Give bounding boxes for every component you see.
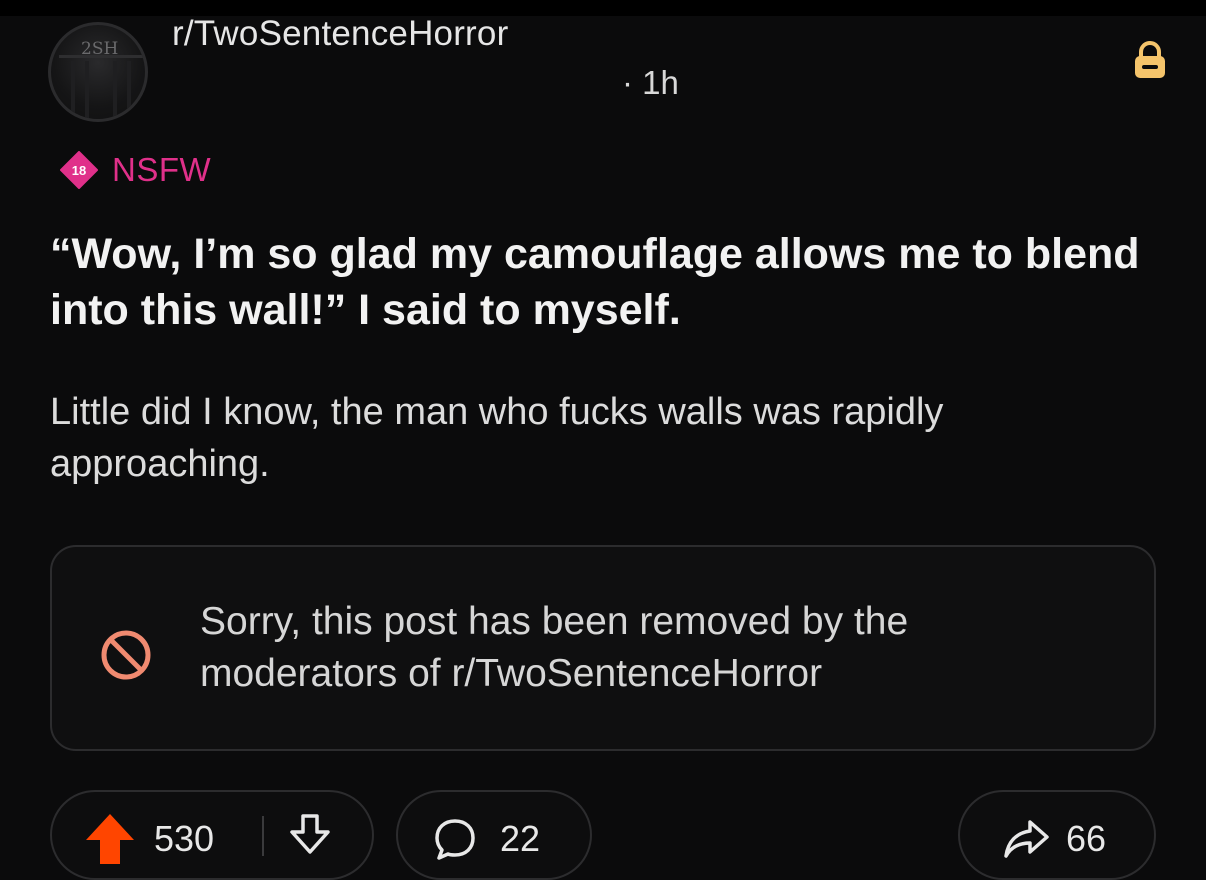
avatar-image: 2SH bbox=[59, 39, 143, 119]
nsfw-badge-text: 18 bbox=[72, 163, 86, 178]
post-title[interactable]: “Wow, I’m so glad my camouflage allows m… bbox=[50, 226, 1160, 338]
post-body: Little did I know, the man who fucks wal… bbox=[50, 391, 944, 485]
comment-button[interactable] bbox=[396, 790, 592, 880]
upvote-arrow-icon[interactable] bbox=[82, 810, 138, 866]
vote-divider bbox=[262, 816, 264, 856]
downvote-arrow-icon[interactable] bbox=[288, 812, 332, 856]
vote-count: 530 bbox=[154, 818, 215, 859]
comment-count: 22 bbox=[500, 818, 541, 859]
prohibited-icon bbox=[96, 625, 156, 685]
comment-bubble-icon[interactable] bbox=[432, 816, 478, 862]
subreddit-name[interactable]: r/TwoSentenceHorror bbox=[172, 14, 508, 54]
nsfw-label: NSFW bbox=[112, 151, 212, 188]
share-count: 66 bbox=[1066, 818, 1107, 859]
nsfw-tag: 18 NSFW bbox=[60, 150, 211, 190]
nsfw-badge-icon: 18 bbox=[60, 151, 98, 189]
removed-notice-text: Sorry, this post has been removed by the… bbox=[200, 600, 909, 695]
lock-icon bbox=[1130, 40, 1170, 80]
share-button[interactable] bbox=[958, 790, 1156, 880]
subreddit-avatar[interactable]: 2SH bbox=[48, 22, 148, 122]
post-time: · 1h bbox=[622, 64, 679, 101]
avatar-text: 2SH bbox=[81, 39, 118, 59]
share-arrow-icon[interactable] bbox=[1002, 818, 1050, 860]
